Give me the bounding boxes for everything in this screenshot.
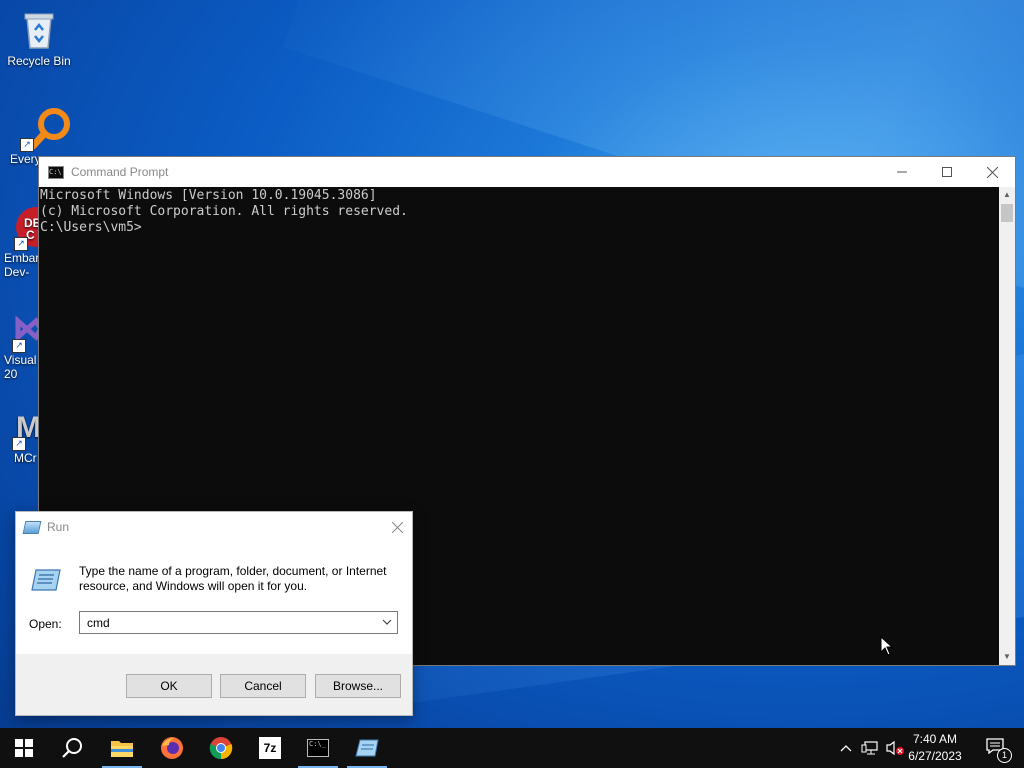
vertical-scrollbar[interactable]: ▲ ▼ (999, 187, 1015, 665)
console-prompt-line: C:\Users\vm5> (40, 220, 142, 235)
windows-logo-icon (15, 739, 33, 757)
open-combobox[interactable] (79, 611, 398, 634)
run-icon (355, 739, 379, 757)
close-icon (391, 521, 403, 533)
dialog-title: Run (47, 520, 70, 534)
dialog-body: Type the name of a program, folder, docu… (16, 542, 412, 654)
desktop-icon-recycle-bin[interactable]: Recycle Bin (1, 8, 77, 68)
mouse-cursor-icon (880, 636, 894, 656)
taskbar-7zip[interactable]: 7z (246, 728, 294, 768)
clock-time: 7:40 AM (912, 732, 958, 746)
command-prompt-icon: C:\_ (307, 739, 329, 757)
shortcut-arrow-icon: ↗ (12, 437, 26, 451)
taskbar-chrome[interactable] (197, 728, 245, 768)
everything-search-icon: ↗ (20, 106, 72, 152)
close-icon (986, 166, 998, 178)
file-explorer-icon (111, 741, 133, 757)
search-button[interactable] (48, 728, 96, 768)
chevron-down-icon[interactable] (381, 616, 393, 628)
taskbar: 7z C:\_ 7:40 AM 6/27/2023 1 (0, 728, 1024, 768)
taskbar-firefox[interactable] (148, 728, 196, 768)
action-center-button[interactable]: 1 (978, 728, 1014, 768)
network-icon (861, 741, 878, 755)
scrollbar-thumb[interactable] (1001, 204, 1013, 222)
taskbar-command-prompt[interactable]: C:\_ (294, 728, 342, 768)
open-label: Open: (29, 617, 62, 631)
run-dialog[interactable]: Run Type the name of a program, folder, … (15, 511, 413, 716)
cancel-button[interactable]: Cancel (220, 674, 306, 698)
close-button[interactable] (969, 157, 1015, 187)
browse-button[interactable]: Browse... (315, 674, 401, 698)
minimize-icon (897, 171, 907, 173)
chrome-icon (209, 737, 233, 760)
notification-count-badge: 1 (997, 748, 1012, 763)
dialog-titlebar[interactable]: Run (16, 512, 412, 542)
start-button[interactable] (0, 728, 48, 768)
minimize-button[interactable] (879, 157, 925, 187)
firefox-icon (161, 737, 183, 759)
maximize-icon (942, 167, 952, 177)
ok-button[interactable]: OK (126, 674, 212, 698)
shortcut-arrow-icon: ↗ (14, 237, 28, 251)
run-program-icon (30, 568, 61, 591)
recycle-bin-icon (17, 8, 61, 52)
window-title: Command Prompt (71, 165, 169, 179)
maximize-button[interactable] (924, 157, 970, 187)
taskbar-clock[interactable]: 7:40 AM 6/27/2023 (904, 731, 966, 765)
scroll-up-arrow-icon[interactable]: ▲ (999, 187, 1015, 203)
console-line: Microsoft Windows [Version 10.0.19045.30… (40, 188, 377, 203)
run-icon (22, 520, 42, 534)
shortcut-arrow-icon: ↗ (20, 138, 34, 152)
taskbar-file-explorer[interactable] (98, 728, 146, 768)
scroll-down-arrow-icon[interactable]: ▼ (999, 649, 1015, 665)
close-button[interactable] (382, 512, 412, 542)
search-icon (62, 738, 82, 758)
speaker-muted-icon (886, 740, 904, 756)
tray-overflow-button[interactable] (836, 728, 856, 768)
command-prompt-icon: C:\ (48, 165, 64, 179)
shortcut-arrow-icon: ↗ (12, 339, 26, 353)
network-status-button[interactable] (859, 728, 881, 768)
desktop-icon-label: Recycle Bin (7, 54, 71, 68)
7zip-icon: 7z (259, 737, 281, 759)
console-line: (c) Microsoft Corporation. All rights re… (40, 204, 408, 219)
taskbar-run[interactable] (343, 728, 391, 768)
window-titlebar[interactable]: C:\ Command Prompt (39, 157, 1015, 187)
open-input[interactable] (85, 614, 369, 631)
chevron-up-icon (840, 745, 852, 752)
clock-date: 6/27/2023 (908, 749, 962, 763)
dialog-description: Type the name of a program, folder, docu… (79, 564, 387, 593)
